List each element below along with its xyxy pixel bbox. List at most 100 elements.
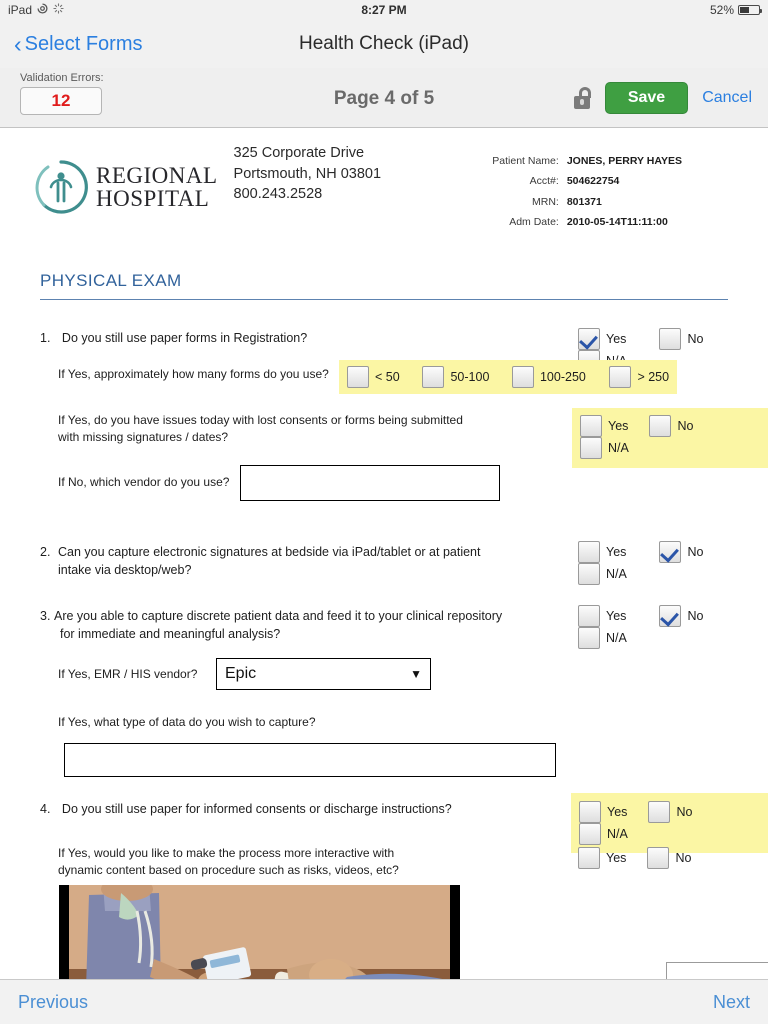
question-1: 1. Do you still use paper forms in Regis… (40, 327, 768, 372)
checkbox-no[interactable] (659, 540, 682, 563)
checkbox-100-250[interactable] (511, 365, 534, 388)
question-1c-text: If No, which vendor do you use? (58, 474, 230, 489)
option-no[interactable]: No (659, 540, 725, 563)
option-label: Yes (606, 331, 627, 346)
hospital-logo: REGIONAL HOSPITAL (32, 141, 218, 233)
question-4-options: Yes No N/A (571, 792, 768, 853)
checkbox-no[interactable] (647, 846, 670, 869)
hospital-name: REGIONAL HOSPITAL (96, 164, 218, 210)
option-label: Yes (606, 608, 627, 623)
question-4-text: Do you still use paper for informed cons… (61, 801, 452, 816)
option-yes[interactable]: Yes (579, 800, 645, 823)
option-no[interactable]: No (659, 604, 725, 627)
option-label: 100-250 (539, 369, 586, 384)
unlocked-padlock-icon[interactable] (573, 87, 591, 109)
option-label: Yes (607, 804, 628, 819)
option-label: Yes (608, 418, 629, 433)
next-page-button[interactable]: Next (713, 992, 750, 1013)
option-na[interactable]: N/A (578, 562, 627, 585)
checkbox-gt-250[interactable] (609, 365, 632, 388)
option-label: Yes (606, 544, 627, 559)
question-1-text: Do you still use paper forms in Registra… (61, 330, 308, 345)
battery-icon (738, 5, 762, 15)
patient-info-row: MRN: 801371 (485, 192, 682, 212)
address-line-1: 325 Corporate Drive (233, 145, 365, 161)
option-label: N/A (608, 440, 629, 455)
ipad-form-screen: iPad 8:27 PM 52% ‹ Select Forms Health C… (0, 0, 768, 1024)
question-1b-options: Yes No N/A (572, 407, 768, 468)
question-3b-text: If Yes, what type of data do you wish to… (58, 714, 316, 729)
option-50-100[interactable]: 50-100 (422, 365, 508, 388)
question-2-options: Yes No N/A (578, 540, 768, 585)
option-na[interactable]: N/A (580, 436, 629, 459)
question-3-number: 3. (40, 608, 51, 623)
checkbox-yes[interactable] (578, 846, 600, 869)
hospital-address: 325 Corporate Drive Portsmouth, NH 03801… (234, 141, 382, 233)
checkbox-no[interactable] (659, 604, 682, 627)
question-1a-options: < 50 50-100 100-250 > 250 (339, 359, 678, 394)
option-no[interactable]: No (659, 327, 725, 350)
option-label: N/A (606, 566, 627, 581)
mrn-label: MRN: (531, 195, 559, 208)
account-number-label: Acct#: (529, 175, 559, 188)
checkbox-na[interactable] (578, 562, 600, 585)
option-100-250[interactable]: 100-250 (511, 365, 606, 388)
account-number-value: 504622754 (566, 175, 620, 188)
regional-hospital-logo-icon (32, 158, 90, 216)
question-4-number: 4. (40, 801, 51, 816)
option-label: > 250 (637, 369, 670, 384)
chevron-down-icon: ▼ (410, 666, 422, 681)
checkbox-no[interactable] (649, 414, 672, 437)
admit-date-value: 2010-05-14T11:11:00 (566, 216, 668, 229)
previous-page-button[interactable]: Previous (18, 992, 88, 1013)
checkbox-no[interactable] (659, 327, 682, 350)
option-yes[interactable]: Yes (578, 846, 644, 869)
form-letterhead: REGIONAL HOSPITAL 325 Corporate Drive Po… (0, 129, 768, 233)
status-bar-right: 52% (710, 3, 762, 17)
checkbox-na[interactable] (578, 626, 600, 649)
emr-vendor-selected-value: Epic (225, 664, 257, 682)
option-label: < 50 (375, 369, 400, 384)
patient-info-block: Patient Name: JONES, PERRY HAYES Acct#: … (485, 141, 682, 233)
option-lt-50[interactable]: < 50 (347, 365, 419, 388)
emr-vendor-dropdown[interactable]: Epic ▼ (216, 657, 431, 690)
checkbox-50-100[interactable] (422, 365, 445, 388)
option-yes[interactable]: Yes (578, 327, 656, 350)
patient-name-value: JONES, PERRY HAYES (566, 155, 682, 167)
checkbox-lt-50[interactable] (347, 365, 369, 388)
option-label: No (687, 544, 704, 559)
data-type-input[interactable] (64, 742, 556, 777)
option-yes[interactable]: Yes (580, 414, 646, 437)
checkbox-na[interactable] (579, 822, 601, 845)
question-2: 2. Can you capture electronic signatures… (40, 540, 768, 585)
checkbox-yes[interactable] (579, 800, 601, 823)
question-4a-options: Yes No (578, 846, 692, 869)
option-na[interactable]: N/A (578, 626, 627, 649)
status-bar: iPad 8:27 PM 52% (0, 0, 768, 20)
checkbox-no[interactable] (648, 800, 671, 823)
mrn-value: 801371 (566, 195, 602, 208)
option-gt-250[interactable]: > 250 (609, 365, 670, 388)
option-no[interactable]: No (649, 414, 715, 437)
checkbox-yes[interactable] (578, 327, 600, 350)
admit-date-label: Adm Date: (509, 216, 559, 229)
option-no[interactable]: No (647, 846, 692, 869)
option-label: No (676, 804, 693, 819)
question-1a-text: If Yes, approximately how many forms do … (58, 366, 329, 381)
checkbox-yes[interactable] (580, 414, 602, 437)
vendor-input[interactable] (240, 464, 500, 501)
option-label: No (687, 331, 704, 346)
checkbox-yes[interactable] (578, 540, 600, 563)
save-button[interactable]: Save (604, 82, 689, 114)
cancel-button[interactable]: Cancel (702, 89, 752, 107)
question-3: 3. Are you able to capture discrete pati… (40, 604, 768, 649)
checkbox-na[interactable] (580, 436, 602, 459)
option-yes[interactable]: Yes (578, 540, 656, 563)
section-divider (40, 298, 728, 300)
option-na[interactable]: N/A (579, 822, 628, 845)
checkbox-yes[interactable] (578, 604, 600, 627)
option-label: No (675, 850, 692, 865)
question-3a: If Yes, EMR / HIS vendor? Epic ▼ (58, 657, 768, 704)
option-no[interactable]: No (648, 800, 714, 823)
option-yes[interactable]: Yes (578, 604, 656, 627)
